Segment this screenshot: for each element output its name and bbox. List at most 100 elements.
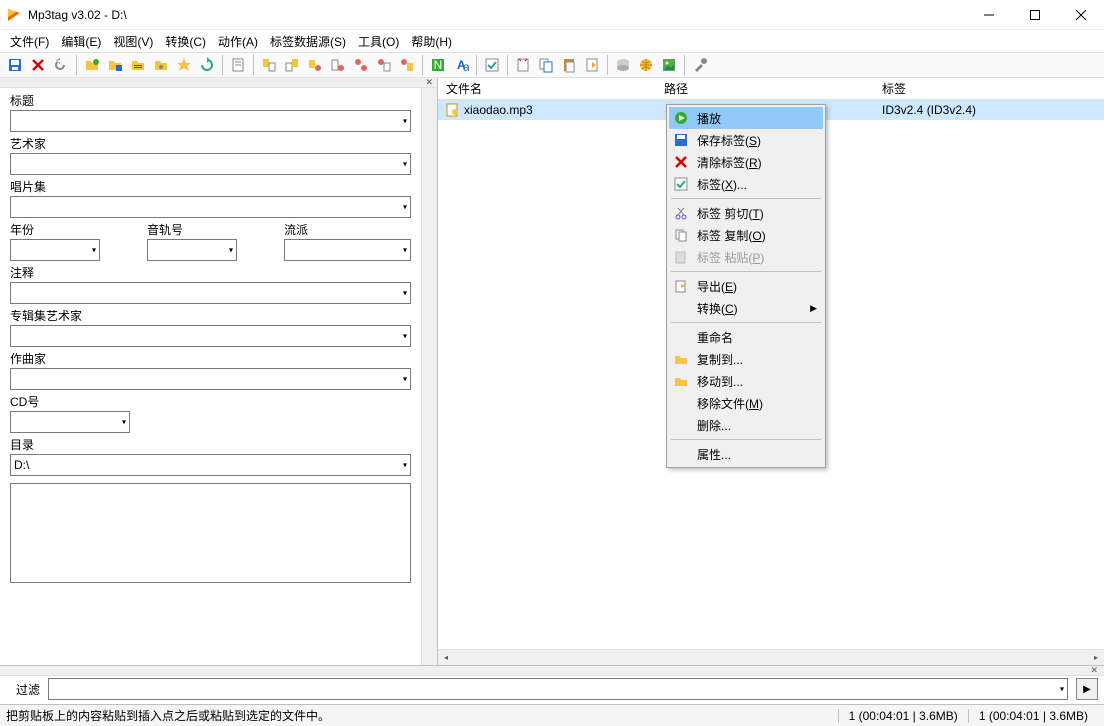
menu-view[interactable]: 视图(V) xyxy=(107,31,159,52)
ctx-play[interactable]: 播放 xyxy=(669,107,823,129)
label-directory: 目录 xyxy=(10,436,411,453)
ctx-export[interactable]: 导出(E) xyxy=(669,275,823,297)
menu-actions[interactable]: 动作(A) xyxy=(212,31,264,52)
folder-icon xyxy=(673,373,689,389)
input-track[interactable] xyxy=(147,239,237,261)
input-discno[interactable] xyxy=(10,411,130,433)
folder-icon xyxy=(673,351,689,367)
label-track: 音轨号 xyxy=(147,221,274,238)
window-title: Mp3tag v3.02 - D:\ xyxy=(28,8,966,22)
ctx-rename[interactable]: 重命名 xyxy=(669,326,823,348)
tools-icon[interactable] xyxy=(689,54,711,76)
input-title[interactable] xyxy=(10,110,411,132)
filter-go-button[interactable]: ▶ xyxy=(1076,678,1098,700)
input-composer[interactable] xyxy=(10,368,411,390)
tag-list-icon[interactable] xyxy=(396,54,418,76)
playlist-icon[interactable] xyxy=(127,54,149,76)
input-year[interactable] xyxy=(10,239,100,261)
save-folder-icon[interactable] xyxy=(104,54,126,76)
copy-icon[interactable] xyxy=(535,54,557,76)
menu-tagsources[interactable]: 标签数据源(S) xyxy=(264,31,352,52)
filter-close-icon[interactable]: ✕ xyxy=(1090,665,1098,676)
status-seg2: 1 (00:04:01 | 3.6MB) xyxy=(968,709,1098,723)
col-path[interactable]: 路径 xyxy=(656,78,874,99)
cut-icon[interactable] xyxy=(512,54,534,76)
save-icon[interactable] xyxy=(4,54,26,76)
input-comment[interactable] xyxy=(10,282,411,304)
settings-icon[interactable] xyxy=(150,54,172,76)
ctx-delete[interactable]: 删除... xyxy=(669,414,823,436)
tag-to-tag-icon[interactable] xyxy=(350,54,372,76)
menu-convert[interactable]: 转换(C) xyxy=(159,31,212,52)
menu-file[interactable]: 文件(F) xyxy=(4,31,55,52)
filter-label: 过滤 xyxy=(16,681,40,698)
file-to-tag-icon[interactable] xyxy=(281,54,303,76)
websource-icon[interactable] xyxy=(635,54,657,76)
label-year: 年份 xyxy=(10,221,137,238)
status-seg1: 1 (00:04:01 | 3.6MB) xyxy=(838,709,968,723)
label-album: 唱片集 xyxy=(10,178,411,195)
ctx-save-tag[interactable]: 保存标签(S) xyxy=(669,129,823,151)
label-title: 标题 xyxy=(10,92,411,109)
ctx-tag[interactable]: 标签(X)... xyxy=(669,173,823,195)
status-message: 把剪贴板上的内容粘贴到插入点之后或粘贴到选定的文件中。 xyxy=(6,707,838,724)
maximize-button[interactable] xyxy=(1012,0,1058,30)
cover-icon[interactable] xyxy=(658,54,680,76)
menu-edit[interactable]: 编辑(E) xyxy=(55,31,107,52)
freedb-icon[interactable] xyxy=(612,54,634,76)
undo-icon[interactable] xyxy=(50,54,72,76)
status-bar: 把剪贴板上的内容粘贴到插入点之后或粘贴到选定的文件中。 1 (00:04:01 … xyxy=(0,704,1104,726)
app-icon xyxy=(6,7,22,23)
cut-icon xyxy=(673,205,689,221)
menu-tools[interactable]: 工具(O) xyxy=(352,31,405,52)
cover-art-area[interactable] xyxy=(10,483,411,583)
tag-to-file-icon[interactable] xyxy=(258,54,280,76)
context-menu: 播放 保存标签(S) 清除标签(R) 标签(X)... 标签 剪切(T) 标签 … xyxy=(666,104,826,468)
actions-icon[interactable]: Aa xyxy=(450,54,472,76)
close-button[interactable] xyxy=(1058,0,1104,30)
menu-help[interactable]: 帮助(H) xyxy=(405,31,458,52)
number-icon[interactable]: N xyxy=(427,54,449,76)
paste-icon[interactable] xyxy=(558,54,580,76)
ctx-copyto[interactable]: 复制到... xyxy=(669,348,823,370)
ctx-remove-tag[interactable]: 清除标签(R) xyxy=(669,151,823,173)
ctx-props[interactable]: 属性... xyxy=(669,443,823,465)
file-list: 文件名 路径 标签 xiaodao.mp3 ID3v2.4 (ID3v2.4) … xyxy=(438,78,1104,665)
export-icon[interactable] xyxy=(581,54,603,76)
play-icon xyxy=(673,110,689,126)
refresh-icon[interactable] xyxy=(196,54,218,76)
col-filename[interactable]: 文件名 xyxy=(438,78,656,99)
open-folder-icon[interactable] xyxy=(81,54,103,76)
ctx-convert[interactable]: 转换(C) ▶ xyxy=(669,297,823,319)
menu-bar: 文件(F) 编辑(E) 视图(V) 转换(C) 动作(A) 标签数据源(S) 工… xyxy=(0,30,1104,52)
label-composer: 作曲家 xyxy=(10,350,411,367)
svg-text:N: N xyxy=(434,58,443,72)
extended-tags-icon[interactable] xyxy=(481,54,503,76)
ctx-copy[interactable]: 标签 复制(O) xyxy=(669,224,823,246)
export-icon xyxy=(673,278,689,294)
audio-file-icon xyxy=(446,103,460,117)
doc-icon[interactable] xyxy=(227,54,249,76)
file-to-tag2-icon[interactable] xyxy=(304,54,326,76)
panel-close-icon[interactable]: ✕ xyxy=(425,78,433,88)
input-artist[interactable] xyxy=(10,153,411,175)
delete-icon[interactable] xyxy=(27,54,49,76)
filter-input[interactable] xyxy=(48,678,1068,700)
ctx-removefile[interactable]: 移除文件(M) xyxy=(669,392,823,414)
col-tag[interactable]: 标签 xyxy=(874,78,1104,99)
ctx-moveto[interactable]: 移动到... xyxy=(669,370,823,392)
tag-to-text-icon[interactable] xyxy=(373,54,395,76)
copy-icon xyxy=(673,227,689,243)
favorite-icon[interactable] xyxy=(173,54,195,76)
input-directory[interactable] xyxy=(10,454,411,476)
input-albumartist[interactable] xyxy=(10,325,411,347)
panel-scrollbar[interactable] xyxy=(421,88,437,665)
ctx-cut[interactable]: 标签 剪切(T) xyxy=(669,202,823,224)
tag-panel: ✕ 标题 ▾ 艺术家 ▾ 唱片集 ▾ 年份 ▾ 音轨号 ▾ 流派 ▾ 注释 xyxy=(0,78,438,665)
minimize-button[interactable] xyxy=(966,0,1012,30)
title-bar: Mp3tag v3.02 - D:\ xyxy=(0,0,1104,30)
list-hscroll[interactable]: ◂▸ xyxy=(438,649,1104,665)
input-genre[interactable] xyxy=(284,239,411,261)
input-album[interactable] xyxy=(10,196,411,218)
text-to-tag-icon[interactable] xyxy=(327,54,349,76)
